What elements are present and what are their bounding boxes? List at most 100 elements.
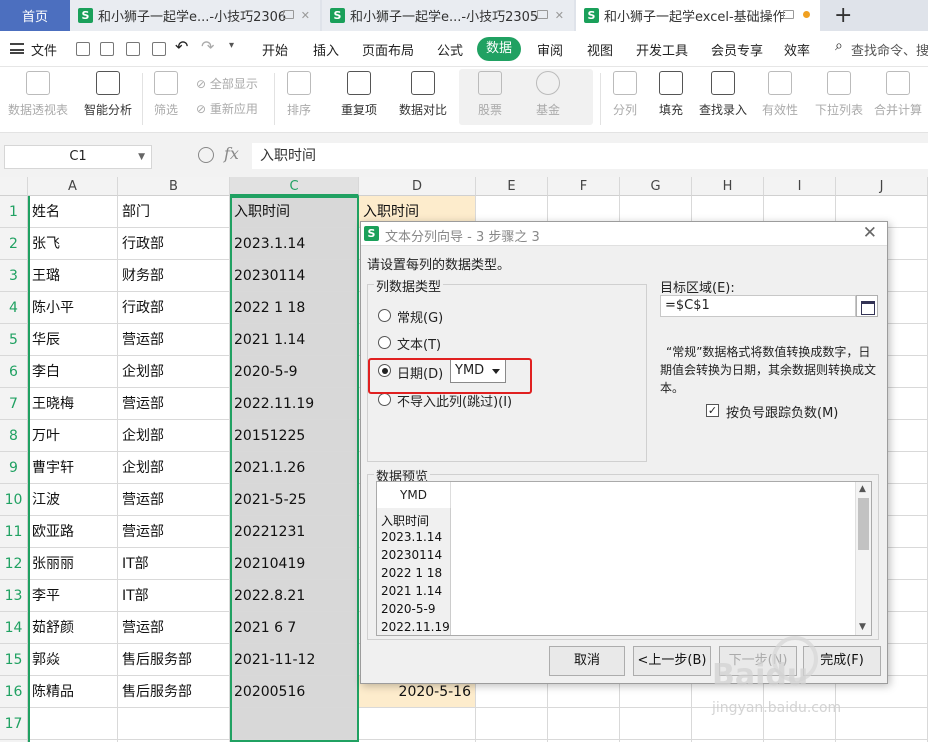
cell-dept[interactable]: 行政部: [118, 292, 230, 324]
save-icon[interactable]: [76, 42, 90, 56]
cancel-button[interactable]: 取消: [549, 646, 625, 676]
fx-icon[interactable]: fx: [224, 144, 239, 163]
cell-name[interactable]: 万叶: [28, 420, 118, 452]
print-icon[interactable]: [126, 42, 140, 56]
menu-data[interactable]: 数据: [477, 37, 521, 61]
cell-name[interactable]: 姓名: [28, 196, 118, 228]
column-header-b[interactable]: B: [118, 177, 230, 196]
empty-cell[interactable]: [620, 708, 692, 740]
stock-button[interactable]: 股票: [470, 71, 510, 118]
select-all-corner[interactable]: [0, 177, 28, 196]
cell-name[interactable]: 张丽丽: [28, 548, 118, 580]
name-box[interactable]: C1 ▼: [4, 145, 152, 169]
duplicates-button[interactable]: 重复项: [334, 71, 384, 118]
row-header[interactable]: 10: [0, 484, 28, 516]
chevron-down-icon[interactable]: ▾: [229, 40, 234, 51]
filter-button[interactable]: 筛选: [148, 71, 184, 118]
menu-formulas[interactable]: 公式: [437, 40, 463, 59]
cell-hire-date[interactable]: 2022.11.19: [230, 388, 359, 420]
tab-doc-2305[interactable]: S 和小狮子一起学e...-小技巧2305 ✕: [322, 0, 574, 31]
cell-name[interactable]: 王晓梅: [28, 388, 118, 420]
row-header[interactable]: 12: [0, 548, 28, 580]
preview-column-header[interactable]: YMD: [377, 482, 451, 508]
sort-button[interactable]: 排序: [280, 71, 318, 118]
cell-hire-date[interactable]: 2021-11-12: [230, 644, 359, 676]
row-header[interactable]: 16: [0, 676, 28, 708]
radio-general-label[interactable]: 常规(G): [397, 307, 443, 326]
cell-name[interactable]: 陈小平: [28, 292, 118, 324]
row-header[interactable]: 8: [0, 420, 28, 452]
close-icon[interactable]: ✕: [301, 9, 310, 22]
row-header[interactable]: 14: [0, 612, 28, 644]
show-all-button[interactable]: ⊘ 全部显示: [196, 75, 258, 92]
pivot-table-button[interactable]: 数据透视表: [6, 71, 70, 118]
empty-cell[interactable]: [476, 708, 548, 740]
tab-doc-2306[interactable]: S 和小狮子一起学e...-小技巧2306 ✕: [70, 0, 320, 31]
cell-dept[interactable]: 营运部: [118, 388, 230, 420]
cell-name[interactable]: 郭焱: [28, 644, 118, 676]
menu-member[interactable]: 会员专享: [711, 40, 763, 59]
cell-dept[interactable]: 企划部: [118, 420, 230, 452]
cell-hire-date[interactable]: 20230114: [230, 260, 359, 292]
column-header-c[interactable]: C: [230, 177, 359, 196]
radio-general[interactable]: [378, 309, 391, 322]
column-header-i[interactable]: I: [764, 177, 836, 196]
row-header[interactable]: 9: [0, 452, 28, 484]
target-area-input[interactable]: =$C$1: [660, 295, 856, 317]
cell-name[interactable]: 茹舒颜: [28, 612, 118, 644]
row-header[interactable]: 1: [0, 196, 28, 228]
cell-dept[interactable]: 财务部: [118, 260, 230, 292]
row-header[interactable]: 17: [0, 708, 28, 740]
column-header-a[interactable]: A: [28, 177, 118, 196]
column-header-g[interactable]: G: [620, 177, 692, 196]
cell-name[interactable]: [28, 708, 118, 740]
cell-dept[interactable]: 营运部: [118, 324, 230, 356]
cell-hire-date[interactable]: 20200516: [230, 676, 359, 708]
plus-icon[interactable]: +: [834, 3, 852, 28]
negative-sign-label[interactable]: 按负号跟踪负数(M): [726, 402, 838, 421]
cell-dept[interactable]: 企划部: [118, 356, 230, 388]
menu-file[interactable]: 文件: [31, 40, 57, 59]
cell-hire-date[interactable]: 2021.1.26: [230, 452, 359, 484]
menu-view[interactable]: 视图: [587, 40, 613, 59]
back-button[interactable]: <上一步(B): [633, 646, 711, 676]
radio-skip[interactable]: [378, 393, 391, 406]
cell-dept[interactable]: IT部: [118, 580, 230, 612]
cell-name[interactable]: 李白: [28, 356, 118, 388]
cell-dept[interactable]: 售后服务部: [118, 676, 230, 708]
cell-dept[interactable]: 营运部: [118, 516, 230, 548]
cell-dept[interactable]: 部门: [118, 196, 230, 228]
menu-insert[interactable]: 插入: [313, 40, 339, 59]
radio-text-label[interactable]: 文本(T): [397, 334, 441, 353]
tab-home[interactable]: 首页: [0, 0, 70, 31]
menu-page-layout[interactable]: 页面布局: [362, 40, 414, 59]
data-compare-button[interactable]: 数据对比: [392, 71, 454, 118]
lookup-entry-button[interactable]: 查找录入: [698, 71, 748, 118]
cell-name[interactable]: 欧亚路: [28, 516, 118, 548]
tab-doc-basics[interactable]: S 和小狮子一起学excel-基础操作: [576, 0, 820, 31]
split-column-button[interactable]: 分列: [606, 71, 644, 118]
print-preview-icon[interactable]: [152, 42, 166, 56]
row-header[interactable]: 2: [0, 228, 28, 260]
cell-hire-date[interactable]: 2020-5-9: [230, 356, 359, 388]
negative-sign-checkbox[interactable]: ✓: [706, 404, 719, 417]
smart-analysis-button[interactable]: 智能分析: [80, 71, 136, 118]
cell-hire-date[interactable]: 2022.8.21: [230, 580, 359, 612]
merge-calc-button[interactable]: 合并计算: [872, 71, 924, 118]
row-header[interactable]: 3: [0, 260, 28, 292]
row-header[interactable]: 5: [0, 324, 28, 356]
dropdown-list-button[interactable]: 下拉列表: [814, 71, 864, 118]
cell-dept[interactable]: 行政部: [118, 228, 230, 260]
preview-scrollbar[interactable]: ▲ ▼: [855, 482, 871, 635]
row-header[interactable]: 7: [0, 388, 28, 420]
cell-name[interactable]: 李平: [28, 580, 118, 612]
cell-hire-date[interactable]: 2021-5-25: [230, 484, 359, 516]
column-header-d[interactable]: D: [359, 177, 476, 196]
menu-developer[interactable]: 开发工具: [636, 40, 688, 59]
data-preview[interactable]: YMD 入职时间 2023.1.14 20230114 2022 1 18 2021 1…: [376, 481, 872, 636]
column-header-j[interactable]: J: [836, 177, 928, 196]
undo-icon[interactable]: ↶: [175, 37, 188, 56]
cell-name[interactable]: 江波: [28, 484, 118, 516]
cell-dept[interactable]: 售后服务部: [118, 644, 230, 676]
export-pdf-icon[interactable]: [100, 42, 114, 56]
